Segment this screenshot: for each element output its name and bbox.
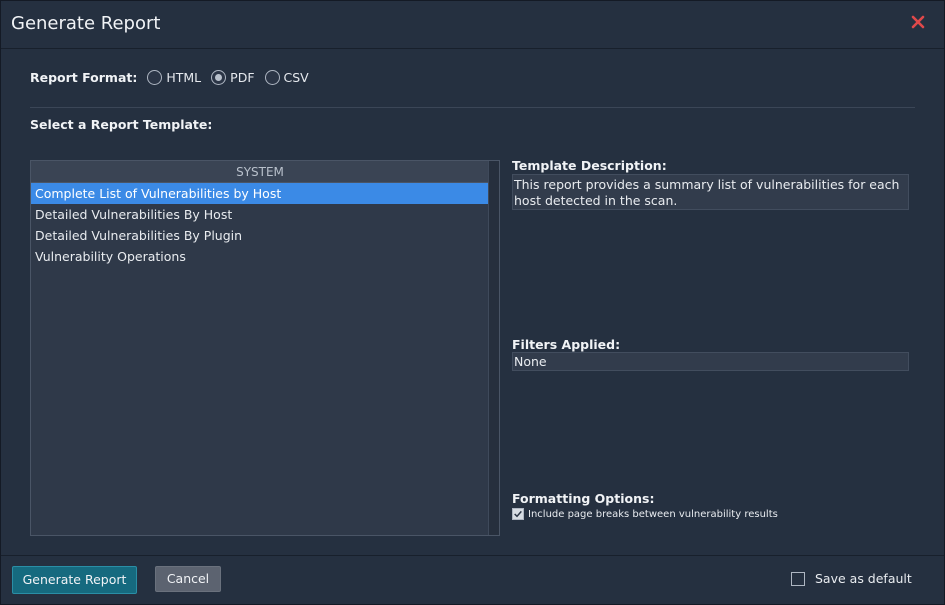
formatting-options-label: Formatting Options: [512, 491, 655, 506]
page-breaks-label: Include page breaks between vulnerabilit… [528, 508, 778, 520]
list-scrollbar[interactable] [488, 161, 499, 535]
format-radio-pdf[interactable] [211, 69, 227, 85]
cancel-button[interactable]: Cancel [155, 566, 221, 592]
report-format-row: Report Format: HTML PDF CSV [30, 67, 319, 87]
page-breaks-checkbox[interactable] [512, 508, 524, 520]
save-as-default-checkbox[interactable] [791, 571, 805, 586]
checkmark-icon [514, 510, 522, 518]
template-item-detailed-by-plugin[interactable]: Detailed Vulnerabilities By Plugin [31, 225, 489, 246]
format-option-label: HTML [166, 69, 202, 85]
filters-applied-value: None [512, 352, 909, 371]
page-breaks-option: Include page breaks between vulnerabilit… [512, 508, 778, 520]
dialog-titlebar: Generate Report [1, 1, 944, 49]
format-option-label: CSV [283, 69, 309, 85]
list-group-header: SYSTEM [31, 161, 489, 183]
dialog-title: Generate Report [11, 13, 161, 34]
close-icon[interactable] [910, 14, 926, 30]
generate-report-dialog: Generate Report Report Format: HTML PDF … [0, 0, 945, 605]
template-item-complete-list[interactable]: Complete List of Vulnerabilities by Host [31, 183, 489, 204]
format-option-label: PDF [230, 69, 255, 85]
template-description-label: Template Description: [512, 158, 667, 173]
format-radio-csv[interactable] [264, 69, 280, 85]
filters-applied-label: Filters Applied: [512, 337, 621, 352]
template-section-label: Select a Report Template: [30, 117, 213, 132]
generate-report-button[interactable]: Generate Report [12, 566, 137, 594]
format-option-html[interactable]: HTML [147, 69, 202, 85]
format-option-csv[interactable]: CSV [264, 69, 309, 85]
template-item-vulnerability-operations[interactable]: Vulnerability Operations [31, 246, 489, 267]
template-listbox[interactable]: SYSTEM Complete List of Vulnerabilities … [30, 160, 500, 536]
template-description-box: This report provides a summary list of v… [512, 174, 909, 210]
template-item-detailed-by-host[interactable]: Detailed Vulnerabilities By Host [31, 204, 489, 225]
section-divider [30, 107, 915, 108]
save-as-default-option: Save as default [791, 571, 912, 586]
format-option-pdf[interactable]: PDF [211, 69, 255, 85]
report-format-label: Report Format: [30, 69, 138, 85]
format-radio-html[interactable] [147, 69, 163, 85]
save-as-default-label: Save as default [815, 571, 912, 586]
